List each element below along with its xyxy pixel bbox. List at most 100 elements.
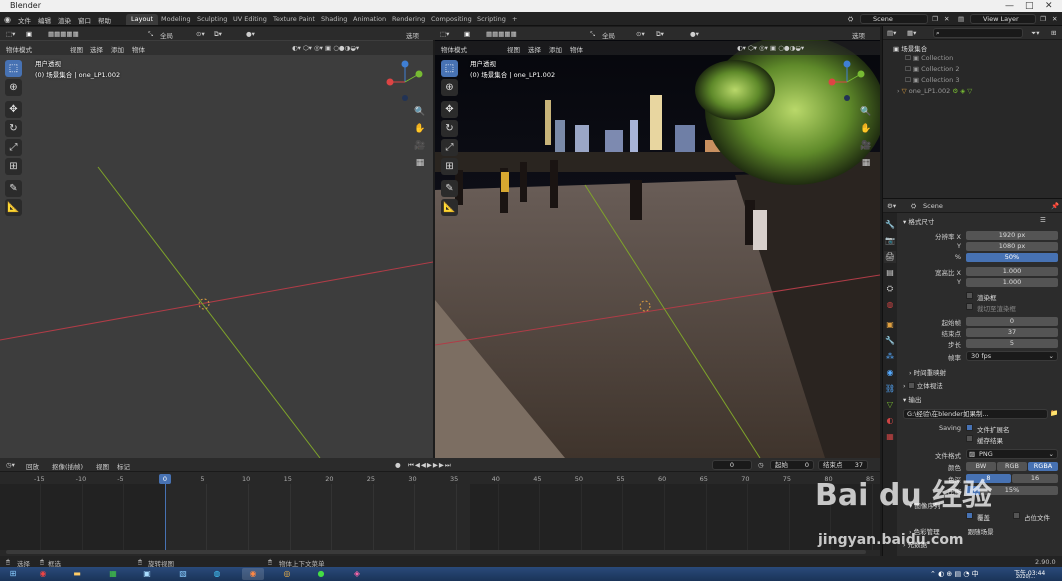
marker-menu[interactable]: 标记 <box>117 461 130 471</box>
aspect-x-field[interactable]: 1.000 <box>966 267 1058 276</box>
wechat-icon[interactable]: ● <box>310 568 332 580</box>
select-mode-icons[interactable]: ▦▦▦▦▦ <box>486 30 517 38</box>
frame-start-field[interactable]: 0 <box>966 317 1058 326</box>
stereo-checkbox[interactable] <box>907 382 915 389</box>
tab-animation[interactable]: Animation <box>348 14 391 25</box>
menu-object[interactable]: 物体 <box>570 44 583 54</box>
rotate-tool[interactable]: ↻ <box>5 120 22 137</box>
checkbox-icon[interactable]: ☐ <box>905 54 913 62</box>
viewport-left[interactable]: 用户透视 (0) 场景集合 | one_LP1.002 ⬚ ⊕ ✥ ↻ ⤢ ⊞ … <box>0 40 433 458</box>
record-icon[interactable]: ● <box>395 461 401 469</box>
frame-end-field[interactable]: 37 <box>966 328 1058 337</box>
scene-tab-icon[interactable]: ⛭ <box>884 283 896 295</box>
menu-help[interactable]: 帮助 <box>98 15 111 25</box>
clock-date[interactable]: 2020/... <box>1016 574 1035 580</box>
pan-hand-icon[interactable]: ✋ <box>413 122 427 136</box>
options-dropdown-2[interactable]: 选项 <box>852 30 865 40</box>
outliner-item[interactable]: › ▽ one_LP1.002 ⚙ ◈ ▽ <box>897 87 972 95</box>
snap-icon[interactable]: ⧉▾ <box>656 30 664 39</box>
menu-object[interactable]: 物体 <box>132 44 145 54</box>
start-button-icon[interactable]: ⊞ <box>2 568 24 580</box>
object-tab-icon[interactable]: ▣ <box>884 319 896 331</box>
outliner-item[interactable]: ☐ ▣ Collection <box>905 54 953 62</box>
keying-menu[interactable]: 抠像(插帧) <box>52 461 83 471</box>
viewport-shading-icons[interactable]: ◐▾ ⬡▾ ◎▾ ▣ ○●◑◒▾ <box>292 44 359 52</box>
select-box-tool[interactable]: ⬚ <box>441 60 458 77</box>
time-remap-section[interactable]: › 时间重映射 <box>909 367 946 377</box>
viewport-shading-icons[interactable]: ◐▾ ⬡▾ ◎▾ ▣ ○●◑◒▾ <box>737 44 804 52</box>
playback-menu[interactable]: 回放 <box>26 461 39 471</box>
editor-type-icon[interactable]: ⬚▾ <box>6 30 15 38</box>
folder-icon[interactable]: 📁 <box>1050 409 1058 417</box>
navigation-gizmo[interactable] <box>385 60 425 104</box>
pivot-icon[interactable]: ⊙▾ <box>196 30 205 38</box>
outliner-item[interactable]: ☐ ▣ Collection 2 <box>905 65 959 73</box>
tray-icons[interactable]: ⌃ ◐ ⊕ ▤ ◔ 中 <box>930 569 979 579</box>
res-y-field[interactable]: 1080 px <box>966 242 1058 251</box>
outliner-search-input[interactable]: ⌕ <box>933 28 1023 38</box>
blender-taskbar-icon[interactable]: ◉ <box>242 568 264 580</box>
color-rgba-button[interactable]: RGBA <box>1028 462 1058 471</box>
texture-tab-icon[interactable]: ▦ <box>884 431 896 443</box>
cursor-tool[interactable]: ⊕ <box>5 79 22 96</box>
tab-compositing[interactable]: Compositing <box>426 14 477 25</box>
menu-file[interactable]: 文件 <box>18 15 31 25</box>
view-layer-field[interactable]: View Layer <box>970 14 1036 24</box>
output-path-input[interactable]: G:\经验\在blender如果制... <box>903 409 1048 419</box>
close-icon[interactable]: ✕ <box>944 15 949 23</box>
display-mode-icon[interactable]: ▦▾ <box>907 29 916 37</box>
playback-controls[interactable]: ⏮◀◀▶▶▶⏭ <box>408 461 452 470</box>
annotate-tool[interactable]: ✎ <box>5 180 22 197</box>
move-tool[interactable]: ✥ <box>441 101 458 118</box>
render-tab-icon[interactable]: 📷 <box>884 235 896 247</box>
checkbox-icon[interactable]: ☐ <box>905 76 913 84</box>
measure-tool[interactable]: 📐 <box>5 199 22 216</box>
blender-logo-icon[interactable]: ◉ <box>4 15 11 24</box>
data-tab-icon[interactable]: ▽ <box>884 399 896 411</box>
file-explorer-icon[interactable]: ▬ <box>66 568 88 580</box>
pivot-icon[interactable]: ⊙▾ <box>636 30 645 38</box>
modifier-tab-icon[interactable]: 🔧 <box>884 335 896 347</box>
end-frame-field[interactable]: 结束点 37 <box>818 460 868 470</box>
zoom-icon[interactable]: 🔍 <box>413 105 427 119</box>
editor-type-icon[interactable]: ⚙▾ <box>887 202 896 210</box>
editor-type-icon[interactable]: ▤▾ <box>887 29 896 37</box>
scale-tool[interactable]: ⤢ <box>441 139 458 156</box>
mode-dropdown[interactable]: 物体模式 <box>441 44 467 54</box>
orientation-dropdown-2[interactable]: 全局 <box>602 30 615 40</box>
transform-tool[interactable]: ⊞ <box>5 158 22 175</box>
pin-icon[interactable]: 📌 <box>1051 202 1059 210</box>
select-tool-icon[interactable]: ▣ <box>464 30 470 38</box>
tab-modeling[interactable]: Modeling <box>156 14 196 25</box>
maximize-icon[interactable]: □ <box>1025 0 1034 12</box>
select-mode-icons[interactable]: ▦▦▦▦▦ <box>48 30 79 38</box>
material-tab-icon[interactable]: ◐ <box>884 415 896 427</box>
outliner-panel[interactable]: ▤▾ ▦▾ ⌕ ⏷▾ ⊞ ▣ 场景集合 ☐ ▣ Collection ☐ ▣ C… <box>882 26 1062 198</box>
scene-field[interactable]: Scene <box>860 14 928 24</box>
timeline-editor[interactable]: ◷▾ 回放 抠像(插帧) 视图 标记 ● ⏮◀◀▶▶▶⏭ 0 ◷ 起始 0 结束点… <box>0 458 880 556</box>
menu-view[interactable]: 视图 <box>70 44 83 54</box>
app-icon[interactable]: ◈ <box>346 568 368 580</box>
output-tab-icon[interactable]: 🖨 <box>884 251 896 263</box>
particles-tab-icon[interactable]: ⁂ <box>884 351 896 363</box>
world-tab-icon[interactable]: ◍ <box>884 299 896 311</box>
camera-icon[interactable]: 🎥 <box>859 139 873 153</box>
format-section-header[interactable]: ▾ 格式尺寸 <box>903 216 934 226</box>
editor-type-icon[interactable]: ◷▾ <box>6 461 15 469</box>
minimize-icon[interactable]: — <box>1005 0 1014 12</box>
playhead-frame-badge[interactable]: 0 <box>159 474 171 484</box>
proportional-icon[interactable]: ●▾ <box>690 30 699 38</box>
tab-scripting[interactable]: Scripting <box>472 14 511 25</box>
timeline-scrollbar[interactable] <box>6 550 866 554</box>
transform-tool[interactable]: ⊞ <box>441 158 458 175</box>
step-field[interactable]: 5 <box>966 339 1058 348</box>
output-section-header[interactable]: ▾ 输出 <box>903 394 921 404</box>
orientation-dropdown[interactable]: 全局 <box>160 30 173 40</box>
tab-layout[interactable]: Layout <box>126 14 159 25</box>
new-collection-icon[interactable]: ⊞ <box>1051 29 1056 37</box>
tab-sculpting[interactable]: Sculpting <box>192 14 232 25</box>
select-tool-icon[interactable]: ▣ <box>26 30 32 38</box>
view-menu[interactable]: 视图 <box>96 461 109 471</box>
excel-icon[interactable]: ▦ <box>102 568 124 580</box>
add-workspace-button[interactable]: + <box>507 14 522 25</box>
